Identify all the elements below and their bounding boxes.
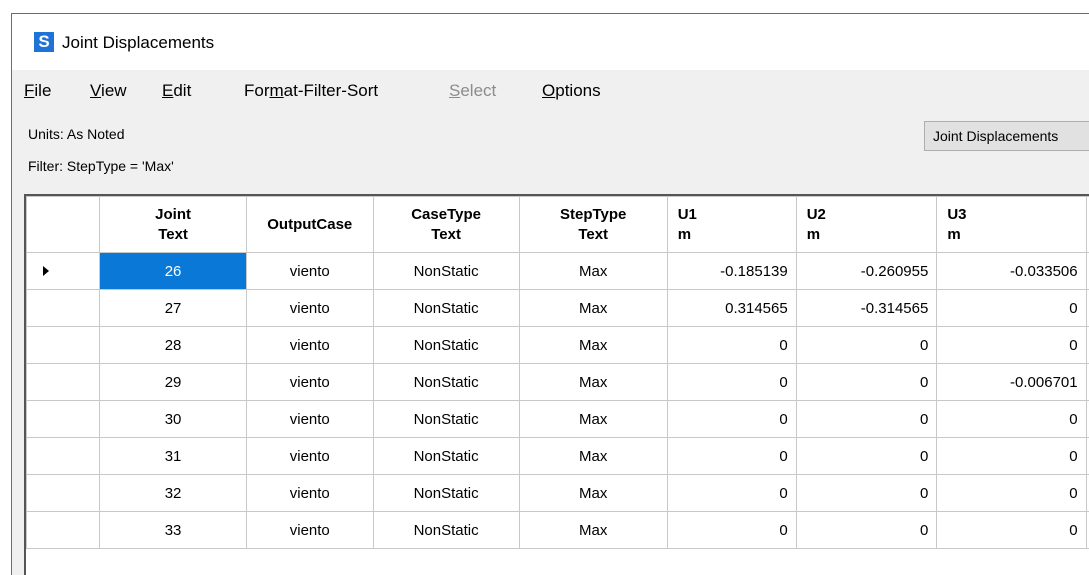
table-row[interactable]: 26vientoNonStaticMax-0.185139-0.260955-0… [27, 253, 1089, 290]
menu-file[interactable]: File [24, 80, 51, 102]
title-bar: S Joint Displacements [12, 14, 1089, 70]
row-selector[interactable] [27, 475, 100, 512]
cell-u1[interactable]: 0 [667, 401, 796, 438]
cell-u1[interactable]: 0 [667, 475, 796, 512]
row-selector[interactable] [27, 290, 100, 327]
cell-u2[interactable]: 0 [796, 364, 937, 401]
cell-u1[interactable]: 0 [667, 512, 796, 549]
cell-casetype[interactable]: NonStatic [373, 327, 519, 364]
cell-joint[interactable]: 33 [100, 512, 247, 549]
cell-steptype[interactable]: Max [519, 512, 667, 549]
cell-u3[interactable]: -0.006701 [937, 364, 1086, 401]
cell-steptype[interactable]: Max [519, 364, 667, 401]
cell-joint[interactable]: 31 [100, 438, 247, 475]
col-header-u3[interactable]: U3m [937, 197, 1086, 253]
window-title: Joint Displacements [62, 32, 214, 54]
cell-casetype[interactable]: NonStatic [373, 290, 519, 327]
cell-u3[interactable]: 0 [937, 327, 1086, 364]
col-header-casetype[interactable]: CaseTypeText [373, 197, 519, 253]
cell-steptype[interactable]: Max [519, 475, 667, 512]
data-grid: JointText OutputCase CaseTypeText StepTy… [24, 194, 1089, 575]
table-select-button[interactable]: Joint Displacements [924, 121, 1089, 151]
sap-app-icon: S [34, 32, 54, 52]
menu-options[interactable]: Options [542, 80, 601, 102]
menu-bar: File View Edit Format-Filter-Sort Select… [12, 70, 1089, 110]
cell-u1[interactable]: 0.314565 [667, 290, 796, 327]
cell-joint[interactable]: 26 [100, 253, 247, 290]
cell-u2[interactable]: -0.314565 [796, 290, 937, 327]
units-label: Units: As Noted [28, 125, 125, 143]
cell-joint[interactable]: 30 [100, 401, 247, 438]
cell-u1[interactable]: 0 [667, 327, 796, 364]
row-header-corner [27, 197, 100, 253]
cell-outputcase[interactable]: viento [247, 290, 373, 327]
cell-joint[interactable]: 27 [100, 290, 247, 327]
cell-u2[interactable]: -0.260955 [796, 253, 937, 290]
cell-u2[interactable]: 0 [796, 475, 937, 512]
row-selector[interactable] [27, 364, 100, 401]
row-selector[interactable] [27, 327, 100, 364]
cell-u2[interactable]: 0 [796, 327, 937, 364]
menu-view[interactable]: View [90, 80, 127, 102]
cell-steptype[interactable]: Max [519, 327, 667, 364]
cell-u1[interactable]: 0 [667, 438, 796, 475]
header-row: JointText OutputCase CaseTypeText StepTy… [27, 197, 1089, 253]
row-selector[interactable] [27, 253, 100, 290]
cell-steptype[interactable]: Max [519, 401, 667, 438]
table-row[interactable]: 27vientoNonStaticMax0.314565-0.3145650 [27, 290, 1089, 327]
cell-u2[interactable]: 0 [796, 438, 937, 475]
cell-casetype[interactable]: NonStatic [373, 438, 519, 475]
table-row[interactable]: 33vientoNonStaticMax000 [27, 512, 1089, 549]
cell-casetype[interactable]: NonStatic [373, 512, 519, 549]
table-row[interactable]: 29vientoNonStaticMax00-0.006701 [27, 364, 1089, 401]
menu-select: Select [449, 80, 496, 102]
col-header-u1[interactable]: U1m [667, 197, 796, 253]
cell-u3[interactable]: 0 [937, 475, 1086, 512]
cell-u2[interactable]: 0 [796, 401, 937, 438]
menu-edit[interactable]: Edit [162, 80, 191, 102]
cell-outputcase[interactable]: viento [247, 401, 373, 438]
joint-displacements-table: JointText OutputCase CaseTypeText StepTy… [26, 196, 1089, 549]
cell-u3[interactable]: 0 [937, 290, 1086, 327]
cell-u3[interactable]: 0 [937, 512, 1086, 549]
col-header-joint[interactable]: JointText [100, 197, 247, 253]
cell-outputcase[interactable]: viento [247, 364, 373, 401]
cell-outputcase[interactable]: viento [247, 475, 373, 512]
cell-u2[interactable]: 0 [796, 512, 937, 549]
col-header-u2[interactable]: U2m [796, 197, 937, 253]
cell-casetype[interactable]: NonStatic [373, 253, 519, 290]
filter-label: Filter: StepType = 'Max' [28, 157, 174, 175]
joint-displacements-window: S Joint Displacements File View Edit For… [11, 13, 1089, 575]
cell-u3[interactable]: -0.033506 [937, 253, 1086, 290]
table-row[interactable]: 30vientoNonStaticMax000 [27, 401, 1089, 438]
menu-format-filter-sort[interactable]: Format-Filter-Sort [244, 80, 378, 102]
col-header-steptype[interactable]: StepTypeText [519, 197, 667, 253]
cell-outputcase[interactable]: viento [247, 438, 373, 475]
cell-joint[interactable]: 32 [100, 475, 247, 512]
cell-casetype[interactable]: NonStatic [373, 475, 519, 512]
cell-steptype[interactable]: Max [519, 438, 667, 475]
cell-u3[interactable]: 0 [937, 401, 1086, 438]
table-row[interactable]: 32vientoNonStaticMax000 [27, 475, 1089, 512]
table-row[interactable]: 28vientoNonStaticMax000 [27, 327, 1089, 364]
row-selector[interactable] [27, 438, 100, 475]
cell-u1[interactable]: -0.185139 [667, 253, 796, 290]
cell-joint[interactable]: 28 [100, 327, 247, 364]
cell-joint[interactable]: 29 [100, 364, 247, 401]
current-row-arrow-icon [43, 266, 49, 276]
cell-u1[interactable]: 0 [667, 364, 796, 401]
cell-u3[interactable]: 0 [937, 438, 1086, 475]
cell-outputcase[interactable]: viento [247, 512, 373, 549]
cell-casetype[interactable]: NonStatic [373, 364, 519, 401]
table-row[interactable]: 31vientoNonStaticMax000 [27, 438, 1089, 475]
cell-steptype[interactable]: Max [519, 253, 667, 290]
cell-outputcase[interactable]: viento [247, 253, 373, 290]
col-header-outputcase[interactable]: OutputCase [247, 197, 373, 253]
cell-steptype[interactable]: Max [519, 290, 667, 327]
row-selector[interactable] [27, 401, 100, 438]
cell-outputcase[interactable]: viento [247, 327, 373, 364]
cell-casetype[interactable]: NonStatic [373, 401, 519, 438]
row-selector[interactable] [27, 512, 100, 549]
